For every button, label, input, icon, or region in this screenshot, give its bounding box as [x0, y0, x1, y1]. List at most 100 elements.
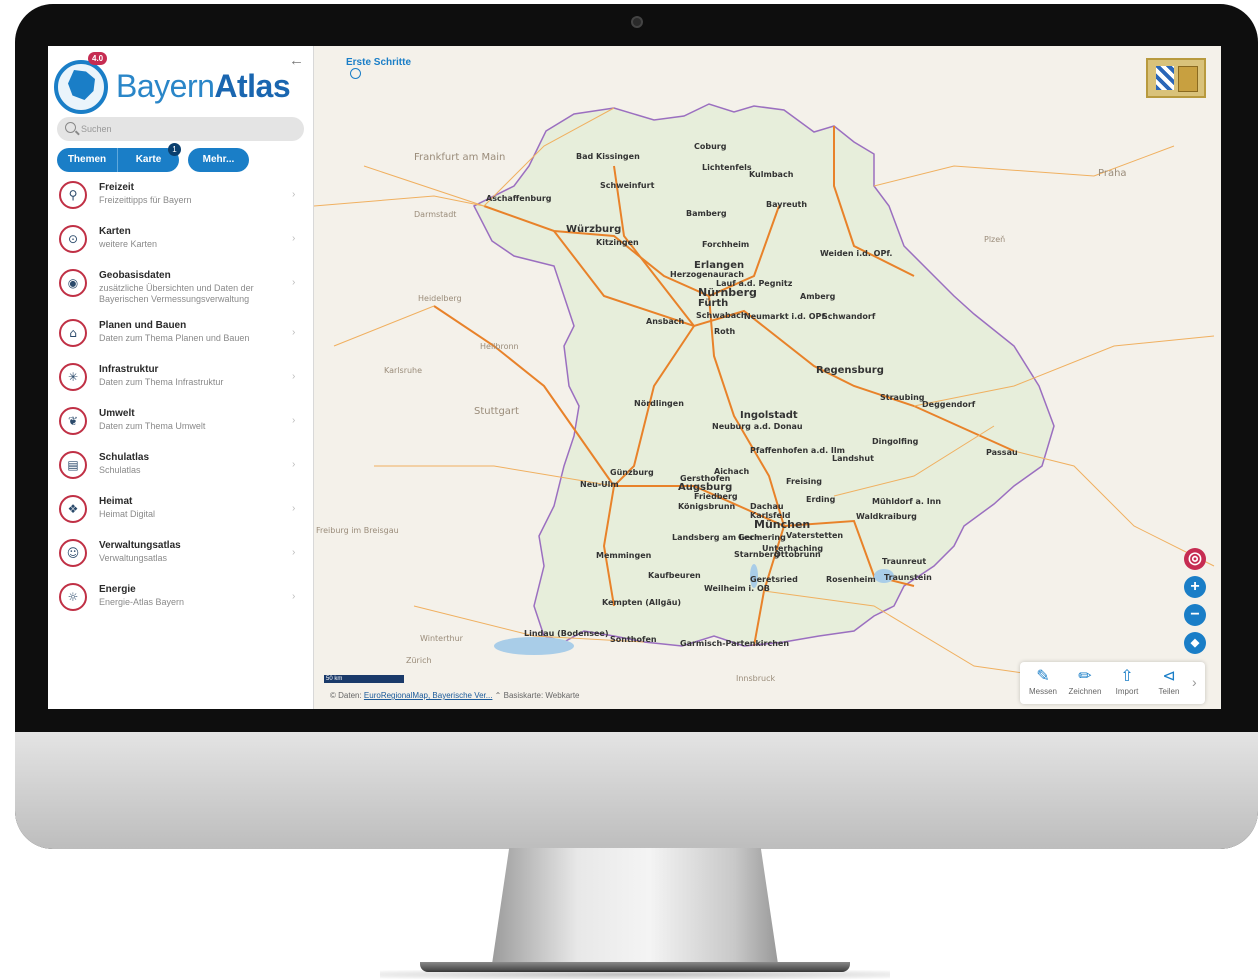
chevron-right-icon: ›: [292, 591, 296, 602]
chevron-right-icon[interactable]: ›: [1192, 674, 1197, 690]
zoom-out-button[interactable]: −: [1184, 604, 1206, 626]
menu-item-karten[interactable]: ⊙ Karten weitere Karten ›: [48, 223, 314, 263]
menu-item-freizeit[interactable]: ⚲ Freizeit Freizeittipps für Bayern ›: [48, 179, 314, 219]
menu-item-heimat[interactable]: ❖ Heimat Heimat Digital ›: [48, 493, 314, 533]
tab-group: Themen Karte 1: [57, 143, 181, 172]
city-label: Ansbach: [646, 317, 685, 326]
search-input[interactable]: [81, 120, 291, 138]
city-label: Waldkraiburg: [856, 512, 917, 521]
menu-item-schulatlas[interactable]: ▤ Schulatlas Schulatlas ›: [48, 449, 314, 489]
share-icon: ⊲: [1162, 666, 1176, 685]
city-label: Ingolstadt: [740, 410, 798, 421]
menu-item-title: Freizeit: [99, 182, 135, 193]
city-label: Stuttgart: [474, 406, 519, 417]
city-label: Straubing: [880, 393, 925, 402]
collapse-sidebar-icon[interactable]: ←: [289, 52, 304, 69]
city-label: Freising: [786, 477, 822, 486]
menu-item-subtitle: Daten zum Thema Umwelt: [99, 421, 206, 431]
city-label: Mühldorf a. Inn: [872, 497, 942, 506]
bavarian-coat-of-arms: [1146, 58, 1206, 98]
city-label: München: [754, 518, 811, 531]
bayernatlas-logo[interactable]: 4.0 BayernAtlas: [54, 52, 294, 116]
city-label: Nördlingen: [634, 399, 684, 408]
menu-item-title: Karten: [99, 226, 131, 237]
city-label: Innsbruck: [736, 674, 776, 683]
import-tool[interactable]: ⇧ Import: [1106, 662, 1148, 704]
pencil-icon: ✏: [1078, 666, 1092, 685]
city-label: Bad Kissingen: [576, 152, 640, 161]
city-label: Vaterstetten: [786, 531, 844, 540]
menu-item-subtitle: Verwaltungsatlas: [99, 553, 168, 563]
webcam: [631, 16, 643, 28]
search-bar[interactable]: [57, 117, 304, 141]
search-icon: [65, 122, 76, 133]
menu-item-title: Heimat: [99, 496, 133, 507]
city-label: Schwandorf: [822, 312, 876, 321]
bavaria-region: [472, 103, 1055, 647]
menu-item-title: Schulatlas: [99, 452, 150, 463]
city-label: Lichtenfels: [702, 163, 752, 172]
city-label: Starnberg: [734, 550, 780, 559]
sidebar: 4.0 BayernAtlas ← Themen Karte 1 Mehr...…: [48, 46, 314, 709]
info-circle-icon: [350, 68, 361, 79]
menu-item-energie[interactable]: ☼ Energie Energie-Atlas Bayern ›: [48, 581, 314, 621]
menu-item-subtitle: zusätzliche Übersichten und Daten der Ba…: [99, 283, 254, 304]
logo-wordmark: BayernAtlas: [116, 68, 291, 104]
city-label: Memmingen: [596, 551, 652, 560]
menu-item-subtitle: Freizeittipps für Bayern: [99, 195, 192, 205]
city-label: Herzogenaurach: [670, 270, 744, 279]
menu-item-title: Geobasisdaten: [99, 270, 171, 281]
city-label: Passau: [986, 448, 1018, 457]
map-toolbar: ✎ Messen ✏ Zeichnen ⇧ Import ⊲ Teilen ›: [1020, 662, 1205, 704]
city-label: Bamberg: [686, 209, 727, 218]
chevron-right-icon: ›: [292, 415, 296, 426]
zoom-in-button[interactable]: +: [1184, 576, 1206, 598]
zeichnen-tool[interactable]: ✏ Zeichnen: [1064, 662, 1106, 704]
city-label: Coburg: [694, 142, 727, 151]
city-label: Forchheim: [702, 240, 750, 249]
mehr-button[interactable]: Mehr...: [188, 148, 249, 172]
chevron-right-icon: ›: [292, 547, 296, 558]
city-label: Amberg: [800, 292, 836, 301]
chevron-up-icon[interactable]: ⌃: [495, 691, 502, 700]
network-icon: ✳: [59, 363, 87, 391]
city-label: Winterthur: [420, 634, 463, 643]
menu-item-infrastruktur[interactable]: ✳ Infrastruktur Daten zum Thema Infrastr…: [48, 361, 314, 401]
chevron-right-icon: ›: [292, 503, 296, 514]
menu-item-umwelt[interactable]: ❦ Umwelt Daten zum Thema Umwelt ›: [48, 405, 314, 445]
city-label: Schweinfurt: [600, 181, 655, 190]
chevron-right-icon: ›: [292, 459, 296, 470]
basemap-label[interactable]: Basiskarte: Webkarte: [504, 691, 580, 700]
locate-me-button[interactable]: ◎: [1184, 548, 1206, 570]
version-badge: 4.0: [88, 52, 108, 65]
menu-item-title: Verwaltungsatlas: [99, 540, 181, 551]
city-label: Karlsruhe: [384, 366, 423, 375]
menu-item-planen-und-bauen[interactable]: ⌂ Planen und Bauen Daten zum Thema Plane…: [48, 317, 314, 357]
menu-item-geobasisdaten[interactable]: ◉ Geobasisdaten zusätzliche Übersichten …: [48, 267, 314, 307]
menu-item-title: Energie: [99, 584, 136, 595]
teilen-tool[interactable]: ⊲ Teilen: [1148, 662, 1190, 704]
messen-tool[interactable]: ✎ Messen: [1022, 662, 1064, 704]
city-label: Erding: [806, 495, 836, 504]
city-label: Landsberg am Lech: [672, 533, 760, 542]
city-label: Königsbrunn: [678, 502, 736, 511]
city-label: Geretsried: [750, 575, 798, 584]
screen: 4.0 BayernAtlas ← Themen Karte 1 Mehr...…: [48, 46, 1221, 709]
city-label: Günzburg: [610, 468, 654, 477]
monitor-chin: [15, 732, 1258, 849]
menu-item-verwaltungsatlas[interactable]: ☺ Verwaltungsatlas Verwaltungsatlas ›: [48, 537, 314, 577]
menu-item-title: Umwelt: [99, 408, 135, 419]
city-label: Frankfurt am Main: [414, 152, 506, 163]
tab-themen[interactable]: Themen: [57, 148, 118, 172]
city-label: Regensburg: [816, 365, 884, 376]
city-label: Rosenheim: [826, 575, 876, 584]
bodensee-lake: [494, 637, 574, 655]
book-icon: ▤: [59, 451, 87, 479]
attribution-link[interactable]: EuroRegionalMap, Bayerische Ver...: [364, 691, 493, 700]
menu-item-subtitle: Daten zum Thema Planen und Bauen: [99, 333, 250, 343]
chevron-right-icon: ›: [292, 189, 296, 200]
chevron-right-icon: ›: [292, 277, 296, 288]
erste-schritte-link[interactable]: Erste Schritte: [332, 57, 411, 79]
zoom-to-bavaria-button[interactable]: ◆: [1184, 632, 1206, 654]
map-canvas[interactable]: Erste Schritte Bad Kissingen Coburg Lich…: [314, 46, 1221, 709]
